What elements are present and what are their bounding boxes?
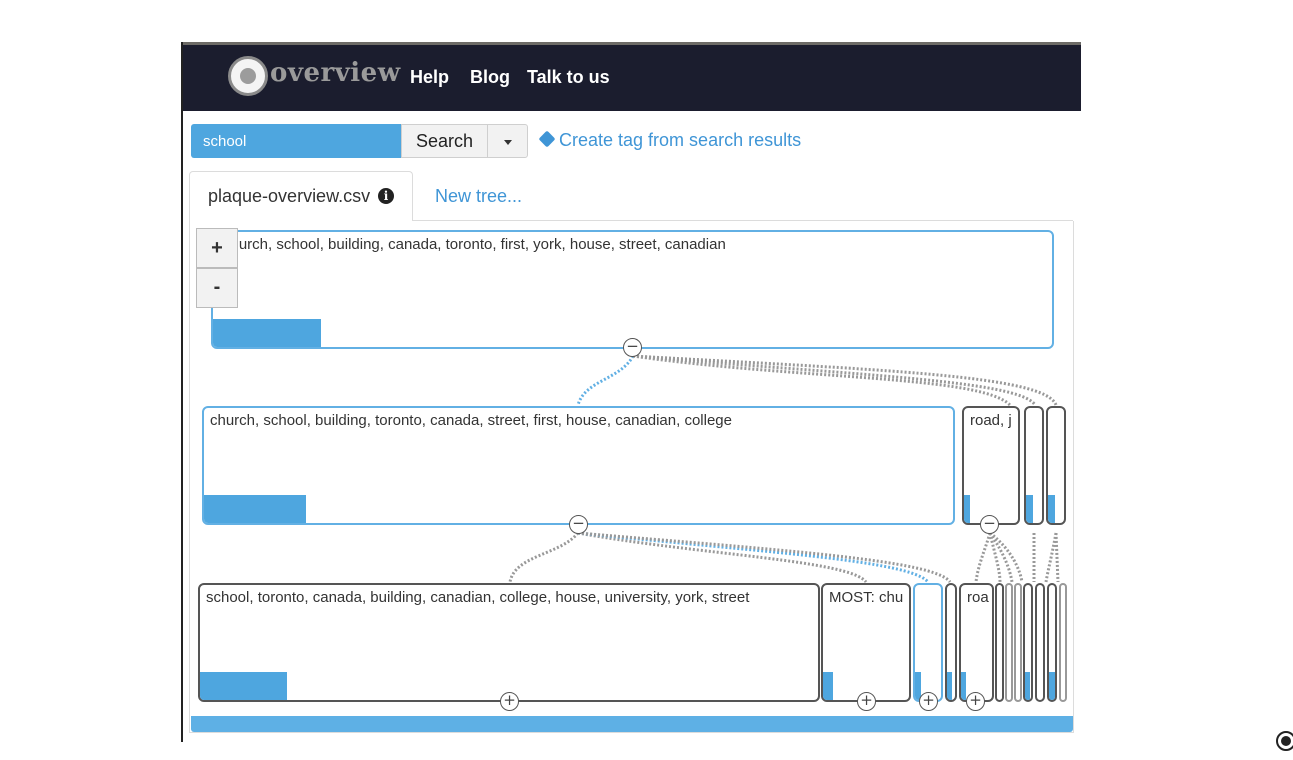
collapse-toggle[interactable]: −: [980, 515, 999, 534]
target-icon: [1276, 731, 1293, 751]
node-label: church, school, building, toronto, canad…: [210, 412, 732, 429]
tree-node-level1[interactable]: road, j: [962, 406, 1020, 525]
tree-node-level2[interactable]: [1047, 583, 1057, 702]
tree-node-level1[interactable]: church, school, building, toronto, canad…: [202, 406, 955, 525]
connector-line: [1054, 532, 1060, 583]
node-label: road, j: [970, 412, 1012, 429]
tree-node-level2[interactable]: roa: [959, 583, 994, 702]
zoom-out-button[interactable]: -: [196, 268, 238, 308]
expand-toggle[interactable]: +: [857, 692, 876, 711]
connector-line: [508, 532, 580, 583]
tree-node-root[interactable]: church, school, building, canada, toront…: [211, 230, 1054, 349]
connector-line: [988, 532, 1014, 583]
collapse-toggle[interactable]: −: [623, 338, 642, 357]
tree-node-level2[interactable]: [1005, 583, 1013, 702]
tree-node-level2[interactable]: school, toronto, canada, building, canad…: [198, 583, 820, 702]
expand-toggle[interactable]: +: [919, 692, 938, 711]
tree-node-level2[interactable]: [1014, 583, 1022, 702]
node-fill-bar: [1025, 672, 1030, 700]
expand-toggle[interactable]: +: [500, 692, 519, 711]
node-fill-bar: [1049, 672, 1055, 700]
connector-line: [576, 355, 635, 406]
connector-line: [1044, 532, 1058, 583]
collapse-toggle[interactable]: −: [569, 515, 588, 534]
expand-toggle[interactable]: +: [966, 692, 985, 711]
connector-line: [632, 354, 1012, 407]
tree-node-level2[interactable]: [1035, 583, 1045, 702]
node-fill-bar: [1048, 495, 1055, 523]
node-fill-bar: [204, 495, 306, 523]
node-label: school, toronto, canada, building, canad…: [206, 589, 750, 606]
tree-node-level1[interactable]: [1024, 406, 1044, 525]
connector-line: [974, 532, 992, 583]
zoom-in-button[interactable]: +: [196, 228, 238, 268]
tree-node-level2[interactable]: [945, 583, 957, 702]
horizontal-scrollbar[interactable]: [191, 716, 1073, 732]
node-fill-bar: [200, 672, 287, 700]
tree-node-level2[interactable]: [995, 583, 1004, 702]
node-fill-bar: [961, 672, 966, 700]
tree-node-level2[interactable]: MOST: chu: [821, 583, 911, 702]
tree-node-level2[interactable]: [913, 583, 943, 702]
node-label: MOST: chu: [829, 589, 904, 606]
node-fill-bar: [213, 319, 321, 347]
tree-node-level1[interactable]: [1046, 406, 1066, 525]
tree-node-level2[interactable]: [1059, 583, 1067, 702]
node-label: church, school, building, canada, toront…: [223, 236, 726, 253]
node-fill-bar: [947, 672, 952, 700]
node-label: roa: [967, 589, 989, 606]
connector-line: [632, 354, 1058, 406]
node-fill-bar: [1026, 495, 1033, 523]
tree-node-level2[interactable]: [1023, 583, 1033, 702]
node-fill-bar: [823, 672, 833, 700]
node-fill-bar: [964, 495, 970, 523]
